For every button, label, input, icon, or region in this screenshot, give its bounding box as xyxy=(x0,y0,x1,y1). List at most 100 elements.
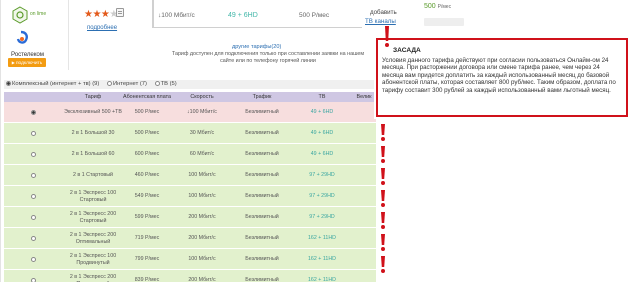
tariff-type-filter: Комплексный (интернет + тв) (9) Интернет… xyxy=(4,80,374,89)
summary-box-edge xyxy=(152,0,154,28)
row-fee: 549 Р/мес xyxy=(134,193,160,200)
connect-button[interactable]: ▶ подключить xyxy=(8,58,46,67)
row-radio[interactable] xyxy=(4,165,64,186)
row-extra xyxy=(352,144,376,165)
radio-icon[interactable] xyxy=(31,173,36,178)
filter-internet[interactable]: Интернет (7) xyxy=(106,81,147,87)
rostelecom-logo-icon xyxy=(16,30,28,44)
row-tariff-name: 2 в 1 Стартовый xyxy=(73,172,113,179)
row-tariff-name: 2 в 1 Экспресс 200 Стартовый xyxy=(69,211,117,224)
radio-icon[interactable] xyxy=(31,194,36,199)
radio-icon[interactable] xyxy=(31,152,36,157)
radio-icon[interactable] xyxy=(31,257,36,262)
row-traffic: Безлимитный xyxy=(245,130,279,137)
row-extra xyxy=(352,249,376,270)
radio-icon[interactable] xyxy=(31,215,36,220)
rating-stars: ★★★★ xyxy=(84,9,118,20)
col-traffic: Трафик xyxy=(252,94,272,100)
radio-icon xyxy=(154,81,160,86)
radio-icon xyxy=(106,81,112,86)
warning-icon[interactable] xyxy=(378,190,388,208)
row-tariff-name: 2 в 1 Экспресс 200 Продвинутый xyxy=(69,274,117,282)
table-row[interactable]: Эксклюзивный 500 +ТВ 500 Р/мес ↓100 Мбит/с… xyxy=(4,102,376,123)
row-extra xyxy=(352,123,376,144)
col-extra: Велик xyxy=(356,94,372,100)
table-row[interactable]: 2 в 1 Экспресс 100 Стартовый 549 Р/мес 100… xyxy=(4,186,376,207)
col-tariff: Тариф xyxy=(84,94,102,100)
row-tv: 162 + 11HD xyxy=(307,277,337,282)
warning-icon[interactable] xyxy=(378,168,388,186)
tariff-availability-note: Тариф доступен для подключения только пр… xyxy=(171,51,365,64)
table-row[interactable]: 2 в 1 Экспресс 200 Стартовый 599 Р/мес 200… xyxy=(4,207,376,228)
row-speed: 100 Мбит/с xyxy=(188,172,216,179)
radio-icon[interactable] xyxy=(31,278,36,282)
warning-icon[interactable] xyxy=(378,234,388,252)
summary-price: 500 Р/мес xyxy=(299,12,330,19)
row-traffic: Безлимитный xyxy=(245,193,279,200)
radio-selected-icon[interactable] xyxy=(31,110,36,115)
row-fee: 460 Р/мес xyxy=(134,172,160,179)
radio-icon[interactable] xyxy=(31,236,36,241)
radio-icon[interactable] xyxy=(31,131,36,136)
row-tv: 49 + 6HD xyxy=(310,151,334,158)
price-display: 500 Р/мес xyxy=(424,3,452,10)
onlime-logo-text: on lime xyxy=(30,11,47,17)
row-fee: 599 Р/мес xyxy=(134,214,160,221)
row-speed: 100 Мбит/с xyxy=(188,193,216,200)
filter-complex[interactable]: Комплексный (интернет + тв) (9) xyxy=(6,81,99,87)
table-body: Эксклюзивный 500 +ТВ 500 Р/мес ↓100 Мбит/с… xyxy=(4,102,376,282)
row-speed: 200 Мбит/с xyxy=(188,277,216,282)
row-speed: 200 Мбит/с xyxy=(188,214,216,221)
table-row[interactable]: 2 в 1 Экспресс 200 Оптимальный 719 Р/мес 2… xyxy=(4,228,376,249)
row-traffic: Безлимитный xyxy=(245,277,279,282)
row-radio[interactable] xyxy=(4,123,64,144)
page-left-border xyxy=(0,0,1,282)
row-extra xyxy=(352,186,376,207)
row-tv: 162 + 11HD xyxy=(307,256,337,263)
row-radio[interactable] xyxy=(4,207,64,228)
table-row[interactable]: 2 в 1 Экспресс 100 Продвинутый 799 Р/мес 1… xyxy=(4,249,376,270)
row-radio[interactable] xyxy=(4,186,64,207)
warning-icon[interactable] xyxy=(378,124,388,142)
table-row[interactable]: 2 в 1 Большой 30 500 Р/мес 30 Мбит/с Безлим… xyxy=(4,123,376,144)
row-tv: 49 + 6HD xyxy=(310,130,334,137)
row-radio[interactable] xyxy=(4,228,64,249)
other-tariffs-link[interactable]: другие тарифы(20) xyxy=(232,44,281,50)
col-tv: ТВ xyxy=(318,94,326,100)
row-radio[interactable] xyxy=(4,102,64,123)
table-row[interactable]: 2 в 1 Стартовый 460 Р/мес 100 Мбит/с Безлим… xyxy=(4,165,376,186)
row-extra xyxy=(352,270,376,282)
row-fee: 600 Р/мес xyxy=(134,151,160,158)
popup-text: Условия данного тарифа действуют при сог… xyxy=(382,57,616,94)
radio-selected-icon xyxy=(6,81,11,86)
row-radio[interactable] xyxy=(4,249,64,270)
row-tariff-name: 2 в 1 Большой 30 xyxy=(71,130,115,137)
row-tv: 49 + 6HD xyxy=(310,109,334,116)
row-traffic: Безлимитный xyxy=(245,235,279,242)
row-radio[interactable] xyxy=(4,270,64,282)
price-action-button[interactable] xyxy=(424,18,464,26)
table-header: Тариф Абонентская плата Скорость Трафик … xyxy=(4,92,376,102)
row-tariff-name: Эксклюзивный 500 +ТВ xyxy=(64,109,122,116)
row-extra xyxy=(352,228,376,249)
warning-icon[interactable] xyxy=(378,146,388,164)
row-speed: 200 Мбит/с xyxy=(188,235,216,242)
table-row[interactable]: 2 в 1 Экспресс 200 Продвинутый 839 Р/мес 2… xyxy=(4,270,376,282)
warning-icon[interactable] xyxy=(378,212,388,230)
table-row[interactable]: 2 в 1 Большой 60 600 Р/мес 60 Мбит/с Безлим… xyxy=(4,144,376,165)
row-tv: 97 + 29HD xyxy=(309,193,335,200)
details-icon[interactable] xyxy=(116,8,124,17)
tv-channels-link[interactable]: ТВ каналы xyxy=(365,18,396,25)
add-label[interactable]: добавить xyxy=(370,9,397,16)
warning-icon[interactable] xyxy=(378,256,388,274)
row-fee: 500 Р/мес xyxy=(134,130,160,137)
row-fee: 719 Р/мес xyxy=(134,235,160,242)
row-tariff-name: 2 в 1 Экспресс 100 Стартовый xyxy=(69,190,117,203)
filter-tv[interactable]: ТВ (5) xyxy=(154,81,177,87)
row-speed: 100 Мбит/с xyxy=(188,256,216,263)
row-tariff-name: 2 в 1 Большой 60 xyxy=(71,151,115,158)
rating-filled-stars: ★★★ xyxy=(84,9,110,20)
summary-speed: ↓100 Мбит/с xyxy=(158,12,195,19)
row-radio[interactable] xyxy=(4,144,64,165)
more-details-link[interactable]: подробнее xyxy=(87,25,117,31)
